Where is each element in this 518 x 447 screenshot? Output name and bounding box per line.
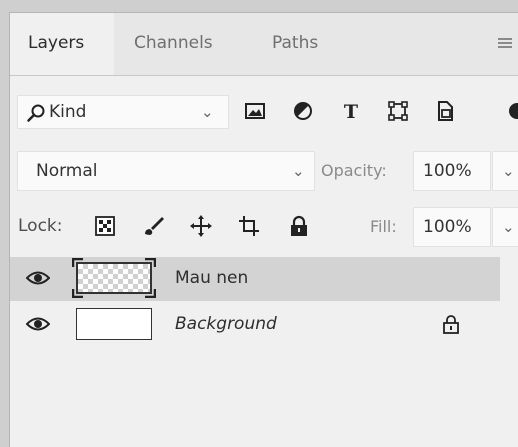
tab-channels[interactable]: Channels [134, 33, 213, 53]
layer-name: Mau nen [175, 268, 249, 288]
opacity-label: Opacity: [321, 161, 387, 180]
fill-input[interactable]: 100% [413, 207, 491, 247]
chevron-down-icon: ⌄ [201, 103, 214, 121]
type-filter-icon[interactable]: T [340, 100, 362, 123]
layer-filter-row: Kind ⌄ T [10, 91, 518, 135]
blend-mode-value: Normal [36, 161, 98, 181]
fill-label: Fill: [370, 217, 397, 236]
filter-toggle-icon[interactable] [506, 100, 518, 122]
shape-filter-icon[interactable] [387, 100, 409, 122]
tab-paths[interactable]: Paths [272, 33, 318, 53]
lock-image-pixels-icon[interactable] [142, 215, 164, 237]
eye-icon[interactable] [25, 268, 51, 288]
filter-kind-label: Kind [49, 102, 87, 122]
fill-dropdown-button[interactable]: ⌄ [492, 207, 518, 247]
chevron-down-icon: ⌄ [292, 162, 305, 180]
panel-tab-bar: Layers Channels Paths [10, 13, 518, 76]
layer-row-mau-nen[interactable]: Mau nen [10, 257, 500, 301]
selection-corners-icon [71, 257, 157, 299]
opacity-value: 100% [423, 161, 472, 181]
fill-value: 100% [423, 217, 472, 237]
search-icon [26, 103, 46, 123]
lock-position-icon[interactable] [190, 215, 212, 237]
lock-all-icon[interactable] [288, 215, 310, 237]
smart-object-filter-icon[interactable] [434, 100, 456, 122]
lock-row: Lock: Fill: 100% ⌄ [10, 205, 518, 251]
filter-kind-select[interactable]: Kind ⌄ [17, 95, 229, 129]
blend-mode-select[interactable]: Normal ⌄ [17, 151, 315, 191]
lock-label: Lock: [18, 216, 63, 236]
layer-lock-icon[interactable] [442, 314, 460, 334]
opacity-input[interactable]: 100% [413, 151, 491, 191]
lock-artboard-icon[interactable] [238, 215, 260, 237]
layer-name: Background [175, 314, 277, 334]
lock-transparent-pixels-icon[interactable] [94, 215, 116, 237]
chevron-down-icon: ⌄ [502, 218, 515, 236]
eye-icon[interactable] [25, 314, 51, 334]
tab-layers[interactable]: Layers [28, 33, 84, 53]
layer-row-background[interactable]: Background [10, 303, 500, 347]
adjustment-filter-icon[interactable] [292, 100, 314, 122]
layers-panel: Layers Channels Paths Kind ⌄ T Normal ⌄ … [9, 12, 518, 447]
layer-thumbnail [76, 308, 152, 340]
opacity-dropdown-button[interactable]: ⌄ [492, 151, 518, 191]
panel-menu-icon[interactable] [498, 38, 512, 50]
chevron-down-icon: ⌄ [502, 162, 515, 180]
blend-row: Normal ⌄ Opacity: 100% ⌄ [10, 149, 518, 195]
image-filter-icon[interactable] [244, 100, 266, 122]
svg-text:T: T [344, 101, 358, 122]
